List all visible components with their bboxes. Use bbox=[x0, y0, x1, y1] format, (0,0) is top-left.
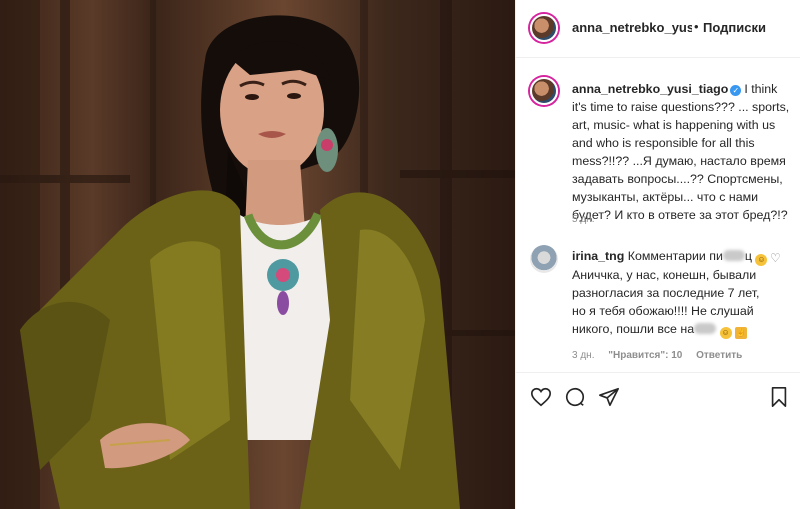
comment-text-1: Комментарии пи bbox=[627, 249, 723, 263]
laughing-emoji-icon: ☺ bbox=[719, 327, 732, 339]
censor-blur-2 bbox=[694, 323, 717, 334]
comment-username[interactable]: irina_tng bbox=[572, 249, 624, 263]
caption-timestamp[interactable]: 5 дн. bbox=[572, 214, 594, 225]
comment-like-icon[interactable]: ♡ bbox=[770, 251, 781, 265]
commenter-avatar[interactable] bbox=[530, 245, 558, 273]
comment-text-3: Аниччка, у нас, конешн, бывали разноглас… bbox=[572, 268, 760, 336]
comment-icon[interactable] bbox=[564, 386, 586, 413]
comment-text-2: ц bbox=[744, 249, 753, 263]
comment-meta: 3 дн. "Нравится": 10 Ответить bbox=[572, 350, 753, 361]
verified-badge-icon: ✓ bbox=[730, 85, 742, 96]
post-action-bar bbox=[516, 372, 800, 422]
heart-icon[interactable] bbox=[530, 386, 552, 413]
censor-blur bbox=[722, 250, 745, 261]
header-username[interactable]: anna_netrebko_yusi_tiago bbox=[572, 20, 692, 35]
smile-emoji-icon: ☺ bbox=[755, 254, 768, 266]
caption-text: I think it's time to raise questions??? … bbox=[572, 82, 790, 222]
comment-likes-count[interactable]: "Нравится": 10 bbox=[608, 350, 682, 361]
post-photo[interactable] bbox=[0, 0, 515, 509]
post-details-panel: anna_netrebko_yusi_tiago • Подписки anna… bbox=[515, 0, 800, 509]
post-caption: anna_netrebko_yusi_tiago ✓ I think it's ti… bbox=[572, 80, 794, 224]
caption-avatar[interactable] bbox=[530, 77, 558, 105]
caption-username[interactable]: anna_netrebko_yusi_tiago bbox=[572, 82, 728, 96]
share-icon[interactable] bbox=[598, 386, 620, 413]
author-avatar[interactable] bbox=[530, 14, 558, 42]
header-separator: • bbox=[694, 19, 699, 34]
comment-item: irina_tng Комментарии пи ц ☺ Аниччка, у н… bbox=[572, 247, 772, 339]
post-photo-illustration bbox=[0, 0, 515, 509]
post-header: anna_netrebko_yusi_tiago • Подписки bbox=[516, 0, 800, 58]
following-button[interactable]: Подписки bbox=[703, 20, 766, 35]
bookmark-icon[interactable] bbox=[769, 386, 789, 413]
comment-reply-button[interactable]: Ответить bbox=[696, 350, 742, 361]
victory-hand-emoji-icon: ✌ bbox=[735, 327, 747, 339]
comment-timestamp[interactable]: 3 дн. bbox=[572, 350, 594, 361]
